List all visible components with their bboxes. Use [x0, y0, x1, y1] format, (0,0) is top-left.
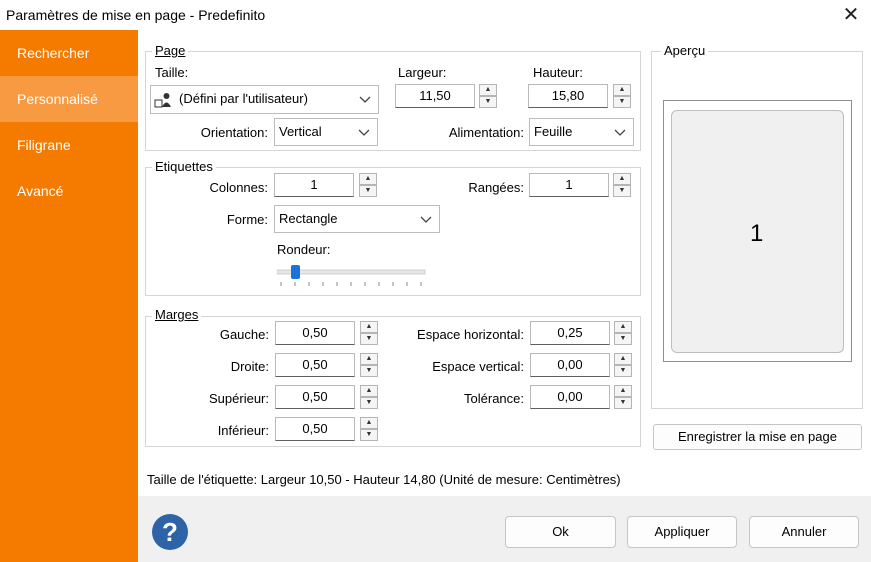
espace-horizontal-label: Espace horizontal: — [417, 327, 524, 342]
title-bar: Paramètres de mise en page - Predefinito… — [0, 0, 871, 30]
droite-label: Droite: — [230, 359, 269, 374]
superieur-input[interactable]: 0,50 — [275, 385, 355, 409]
spin-down-icon[interactable]: ▼ — [614, 333, 632, 345]
apercu-page-number: 1 — [750, 220, 764, 247]
window-title: Paramètres de mise en page - Predefinito — [6, 7, 266, 23]
taille-label: Taille: — [155, 65, 189, 80]
alimentation-select[interactable]: Feuille — [529, 118, 634, 146]
spin-up-icon[interactable]: ▲ — [360, 417, 378, 429]
sidebar-item-filigrane[interactable]: Filigrane — [0, 122, 138, 168]
gauche-label: Gauche: — [219, 327, 269, 342]
spin-down-icon[interactable]: ▼ — [614, 397, 632, 409]
forme-select[interactable]: Rectangle — [274, 205, 440, 233]
gauche-stepper[interactable]: ▲ ▼ — [360, 321, 378, 345]
spin-down-icon[interactable]: ▼ — [360, 333, 378, 345]
espace-horizontal-stepper[interactable]: ▲ ▼ — [614, 321, 632, 345]
espace-vertical-label: Espace vertical: — [432, 359, 524, 374]
sidebar-item-personnalise[interactable]: Personnalisé — [0, 76, 138, 122]
spin-up-icon[interactable]: ▲ — [613, 173, 631, 185]
spin-down-icon[interactable]: ▼ — [614, 365, 632, 377]
largeur-input[interactable]: 11,50 — [395, 84, 475, 108]
forme-value: Rectangle — [279, 211, 338, 226]
forme-label: Forme: — [226, 212, 268, 227]
espace-vertical-stepper[interactable]: ▲ ▼ — [614, 353, 632, 377]
spin-up-icon[interactable]: ▲ — [479, 84, 497, 96]
chevron-down-icon — [613, 119, 627, 145]
spin-up-icon[interactable]: ▲ — [614, 321, 632, 333]
label-size-status: Taille de l'étiquette: Largeur 10,50 - H… — [147, 472, 621, 487]
spin-up-icon[interactable]: ▲ — [614, 353, 632, 365]
sidebar-item-avance[interactable]: Avancé — [0, 168, 138, 214]
spin-down-icon[interactable]: ▼ — [360, 429, 378, 441]
colonnes-input[interactable]: 1 — [274, 173, 354, 197]
spin-up-icon[interactable]: ▲ — [614, 385, 632, 397]
marges-group-legend: Marges — [152, 307, 202, 322]
inferieur-stepper[interactable]: ▲ ▼ — [360, 417, 378, 441]
hauteur-input[interactable]: 15,80 — [528, 84, 608, 108]
orientation-label: Orientation: — [200, 125, 268, 140]
chevron-down-icon — [358, 86, 372, 112]
hauteur-stepper[interactable]: ▲ ▼ — [613, 84, 631, 108]
spin-up-icon[interactable]: ▲ — [360, 321, 378, 333]
apercu-legend: Aperçu — [661, 43, 709, 58]
ok-button[interactable]: Ok — [505, 516, 616, 548]
largeur-label: Largeur: — [398, 65, 447, 80]
taille-select[interactable]: (Défini par l'utilisateur) — [150, 85, 379, 114]
spin-down-icon[interactable]: ▼ — [479, 96, 497, 108]
largeur-stepper[interactable]: ▲ ▼ — [479, 84, 497, 108]
cancel-button[interactable]: Annuler — [749, 516, 859, 548]
spin-up-icon[interactable]: ▲ — [360, 353, 378, 365]
espace-horizontal-input[interactable]: 0,25 — [530, 321, 610, 345]
hauteur-label: Hauteur: — [533, 65, 583, 80]
chevron-down-icon — [419, 206, 433, 232]
colonnes-stepper[interactable]: ▲ ▼ — [359, 173, 377, 197]
label-size-icon — [154, 91, 172, 109]
alimentation-value: Feuille — [534, 124, 573, 139]
rondeur-slider[interactable] — [276, 262, 427, 292]
colonnes-label: Colonnes: — [209, 180, 268, 195]
rondeur-label: Rondeur: — [277, 242, 331, 257]
tolerance-input[interactable]: 0,00 — [530, 385, 610, 409]
inferieur-input[interactable]: 0,50 — [275, 417, 355, 441]
gauche-input[interactable]: 0,50 — [275, 321, 355, 345]
droite-stepper[interactable]: ▲ ▼ — [360, 353, 378, 377]
orientation-select[interactable]: Vertical — [274, 118, 378, 146]
save-layout-button[interactable]: Enregistrer la mise en page — [653, 424, 862, 450]
apply-button[interactable]: Appliquer — [627, 516, 737, 548]
rangees-label: Rangées: — [468, 180, 524, 195]
superieur-label: Supérieur: — [209, 391, 269, 406]
page-group-legend: Page — [152, 43, 189, 58]
taille-value: (Défini par l'utilisateur) — [179, 91, 308, 106]
rangees-input[interactable]: 1 — [529, 173, 609, 197]
tolerance-label: Tolérance: — [464, 391, 524, 406]
droite-input[interactable]: 0,50 — [275, 353, 355, 377]
help-icon[interactable]: ? — [152, 514, 188, 550]
alimentation-label: Alimentation: — [448, 125, 524, 140]
spin-down-icon[interactable]: ▼ — [359, 185, 377, 197]
spin-up-icon[interactable]: ▲ — [359, 173, 377, 185]
chevron-down-icon — [357, 119, 371, 145]
superieur-stepper[interactable]: ▲ ▼ — [360, 385, 378, 409]
spin-down-icon[interactable]: ▼ — [360, 365, 378, 377]
spin-down-icon[interactable]: ▼ — [613, 96, 631, 108]
sidebar: Rechercher Personnalisé Filigrane Avancé — [0, 30, 138, 562]
close-icon[interactable]: ✕ — [836, 2, 866, 28]
rangees-stepper[interactable]: ▲ ▼ — [613, 173, 631, 197]
espace-vertical-input[interactable]: 0,00 — [530, 353, 610, 377]
orientation-value: Vertical — [279, 124, 322, 139]
spin-down-icon[interactable]: ▼ — [613, 185, 631, 197]
etiquettes-group-legend: Etiquettes — [152, 159, 216, 174]
tolerance-stepper[interactable]: ▲ ▼ — [614, 385, 632, 409]
spin-down-icon[interactable]: ▼ — [360, 397, 378, 409]
inferieur-label: Inférieur: — [217, 423, 269, 438]
spin-up-icon[interactable]: ▲ — [613, 84, 631, 96]
sidebar-item-rechercher[interactable]: Rechercher — [0, 30, 138, 76]
spin-up-icon[interactable]: ▲ — [360, 385, 378, 397]
rondeur-slider-thumb[interactable] — [291, 265, 300, 279]
